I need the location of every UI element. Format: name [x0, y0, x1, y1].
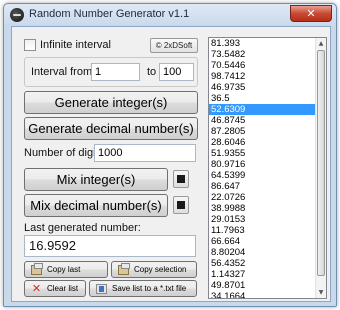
- list-item[interactable]: 87.2805: [209, 126, 326, 137]
- interval-from-label: Interval from: [31, 66, 93, 78]
- list-item[interactable]: 73.5482: [209, 49, 326, 60]
- title-bar[interactable]: Random Number Generator v1.1 ✕: [4, 4, 336, 26]
- mix-integer-stop-icon[interactable]: [173, 170, 189, 188]
- list-item[interactable]: 22.0726: [209, 192, 326, 203]
- list-item[interactable]: 38.9988: [209, 203, 326, 214]
- generate-integer-button[interactable]: Generate integer(s): [24, 91, 198, 114]
- infinite-interval-option[interactable]: Infinite interval: [24, 39, 111, 51]
- list-item[interactable]: 80.9716: [209, 159, 326, 170]
- last-generated-value[interactable]: 16.9592: [24, 235, 196, 257]
- clear-list-label: Clear list: [47, 284, 79, 293]
- digits-input[interactable]: [94, 144, 196, 162]
- list-item[interactable]: 51.9355: [209, 148, 326, 159]
- list-item[interactable]: 36.5: [209, 93, 326, 104]
- list-item[interactable]: 86.647: [209, 181, 326, 192]
- infinite-interval-checkbox[interactable]: [24, 39, 36, 51]
- clipboard-icon: [118, 263, 130, 275]
- floppy-icon: [96, 284, 107, 294]
- interval-to-label: to: [147, 66, 157, 78]
- list-item[interactable]: 98.7412: [209, 71, 326, 82]
- list-item[interactable]: 81.393: [209, 38, 326, 49]
- numbers-list[interactable]: 81.393 73.5482 70.5446 98.7412 46.9735 36.5 52…: [208, 37, 327, 299]
- interval-to-input[interactable]: [159, 63, 194, 81]
- list-item[interactable]: 46.8745: [209, 115, 326, 126]
- scroll-down-arrow-icon[interactable]: ▼: [316, 287, 326, 298]
- copyright-button[interactable]: © 2xDSoft: [150, 38, 198, 53]
- generate-decimal-button[interactable]: Generate decimal number(s): [24, 117, 198, 140]
- window-title: Random Number Generator v1.1: [29, 8, 190, 20]
- list-item[interactable]: 70.5446: [209, 60, 326, 71]
- list-item[interactable]: 11.7963: [209, 225, 326, 236]
- mix-decimal-button[interactable]: Mix decimal number(s): [24, 194, 168, 217]
- list-item[interactable]: 52.6309: [209, 104, 326, 115]
- list-item[interactable]: 8.80204: [209, 247, 326, 258]
- list-item[interactable]: 34.1664: [209, 291, 326, 298]
- copy-last-number-button[interactable]: Copy last number: [24, 261, 108, 290]
- app-window: Random Number Generator v1.1 ✕ Infinite …: [3, 3, 337, 307]
- clear-list-button[interactable]: ✕ Clear list: [24, 280, 86, 297]
- mix-decimal-stop-icon[interactable]: [173, 196, 189, 214]
- list-item[interactable]: 46.9735: [209, 82, 326, 93]
- scroll-up-arrow-icon[interactable]: ▲: [316, 38, 326, 49]
- red-x-icon: ✕: [31, 282, 42, 295]
- save-list-button[interactable]: Save list to a *.txt file: [89, 280, 197, 297]
- mix-integer-button[interactable]: Mix integer(s): [24, 168, 168, 191]
- close-button[interactable]: ✕: [290, 5, 332, 22]
- infinite-interval-label: Infinite interval: [40, 39, 111, 51]
- last-generated-label: Last generated number:: [24, 222, 141, 234]
- copy-selection-button[interactable]: Copy selection: [111, 261, 197, 278]
- save-list-label: Save list to a *.txt file: [112, 284, 187, 293]
- interval-from-input[interactable]: [91, 63, 140, 81]
- list-item[interactable]: 49.8701: [209, 280, 326, 291]
- scroll-thumb[interactable]: [317, 50, 325, 276]
- list-item[interactable]: 29.0153: [209, 214, 326, 225]
- list-scrollbar[interactable]: ▲ ▼: [315, 38, 326, 298]
- clipboard-icon: [31, 263, 43, 275]
- list-item[interactable]: 1.14327: [209, 269, 326, 280]
- list-item[interactable]: 28.6046: [209, 137, 326, 148]
- list-item[interactable]: 56.4352: [209, 258, 326, 269]
- interval-group: Interval from to: [24, 57, 198, 87]
- app-icon: [10, 8, 24, 22]
- copy-selection-label: Copy selection: [134, 265, 187, 274]
- list-item[interactable]: 64.5399: [209, 170, 326, 181]
- client-area: Infinite interval © 2xDSoft Interval fro…: [11, 26, 331, 302]
- list-item[interactable]: 66.664: [209, 236, 326, 247]
